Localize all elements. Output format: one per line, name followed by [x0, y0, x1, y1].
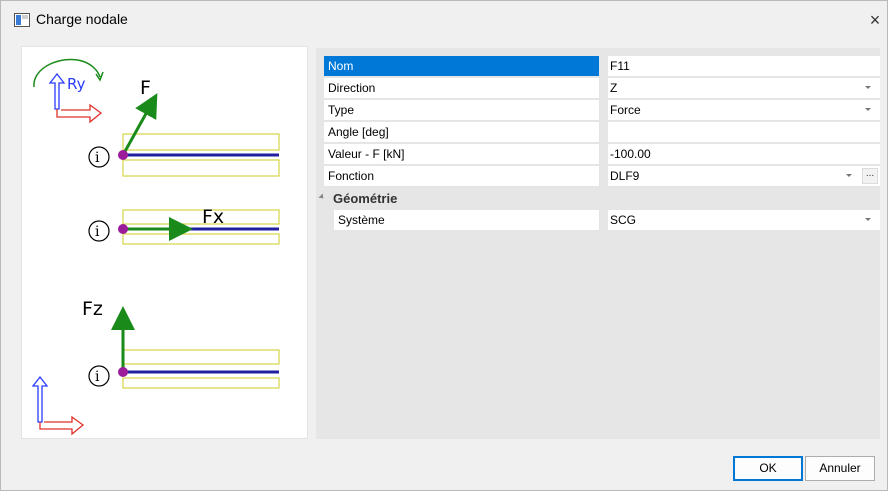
load-preview-diagram: Ry F i Fx i Fz i: [31, 58, 280, 436]
force-value-field[interactable]: -100.00: [608, 144, 880, 165]
cancel-button[interactable]: Annuler: [805, 456, 875, 481]
force-fx-label: Fx: [202, 206, 224, 228]
direction-select[interactable]: Z: [608, 78, 880, 99]
chevron-down-icon[interactable]: [846, 174, 852, 177]
property-row-systeme[interactable]: Système SCG: [316, 210, 880, 232]
title-bar: Charge nodale ×: [1, 1, 887, 39]
property-row-valeur[interactable]: Valeur - F [kN] -100.00: [316, 144, 880, 166]
chevron-down-icon[interactable]: [865, 86, 871, 89]
property-key[interactable]: Fonction: [324, 166, 600, 187]
collapse-triangle-icon[interactable]: [318, 193, 326, 201]
window-app-icon: [14, 13, 30, 27]
close-button[interactable]: ×: [863, 7, 887, 33]
function-select[interactable]: DLF9 ...: [608, 166, 880, 187]
name-value[interactable]: F11: [608, 56, 880, 77]
property-row-angle[interactable]: Angle [deg]: [316, 122, 880, 144]
chevron-down-icon[interactable]: [865, 218, 871, 221]
horizontal-force-diagram: Fx i: [88, 206, 280, 245]
property-row-direction[interactable]: Direction Z: [316, 78, 880, 100]
inclined-force-diagram: F i: [88, 77, 280, 177]
property-key[interactable]: Valeur - F [kN]: [324, 144, 600, 165]
node-label: i: [95, 150, 100, 166]
dialog-window: Charge nodale × Ry F i Fx i Fz i Nom F11…: [0, 0, 888, 491]
property-grid: Nom F11 Direction Z Type Force Angle [de…: [316, 48, 880, 439]
function-value: DLF9: [610, 169, 640, 183]
node-label: i: [95, 224, 100, 240]
type-select[interactable]: Force: [608, 100, 880, 121]
property-key[interactable]: Angle [deg]: [324, 122, 600, 143]
force-fz-label: Fz: [82, 298, 103, 320]
function-browse-button[interactable]: ...: [862, 168, 878, 184]
system-value: SCG: [610, 213, 637, 227]
force-f-label: F: [140, 77, 151, 99]
property-row-fonction[interactable]: Fonction DLF9 ...: [316, 166, 880, 188]
load-preview-panel: Ry F i Fx i Fz i: [21, 46, 308, 439]
system-select[interactable]: SCG: [608, 210, 880, 231]
global-axis-symbol: [31, 375, 85, 436]
node-label: i: [95, 369, 100, 385]
direction-value: Z: [610, 81, 618, 95]
window-title: Charge nodale: [36, 11, 128, 27]
angle-value[interactable]: [608, 122, 880, 143]
property-key[interactable]: Nom: [324, 56, 600, 77]
property-key[interactable]: Système: [334, 210, 600, 231]
category-geometrie[interactable]: Géométrie: [316, 188, 880, 210]
property-row-nom[interactable]: Nom F11: [316, 56, 880, 78]
type-value: Force: [610, 103, 641, 117]
chevron-down-icon[interactable]: [865, 108, 871, 111]
rotation-axis-symbol: Ry: [33, 58, 104, 124]
property-key[interactable]: Type: [324, 100, 600, 121]
property-row-type[interactable]: Type Force: [316, 100, 880, 122]
vertical-force-diagram: Fz i: [82, 298, 280, 389]
category-label: Géométrie: [333, 191, 398, 206]
property-key[interactable]: Direction: [324, 78, 600, 99]
ok-button[interactable]: OK: [733, 456, 803, 481]
ry-label: Ry: [67, 75, 86, 93]
